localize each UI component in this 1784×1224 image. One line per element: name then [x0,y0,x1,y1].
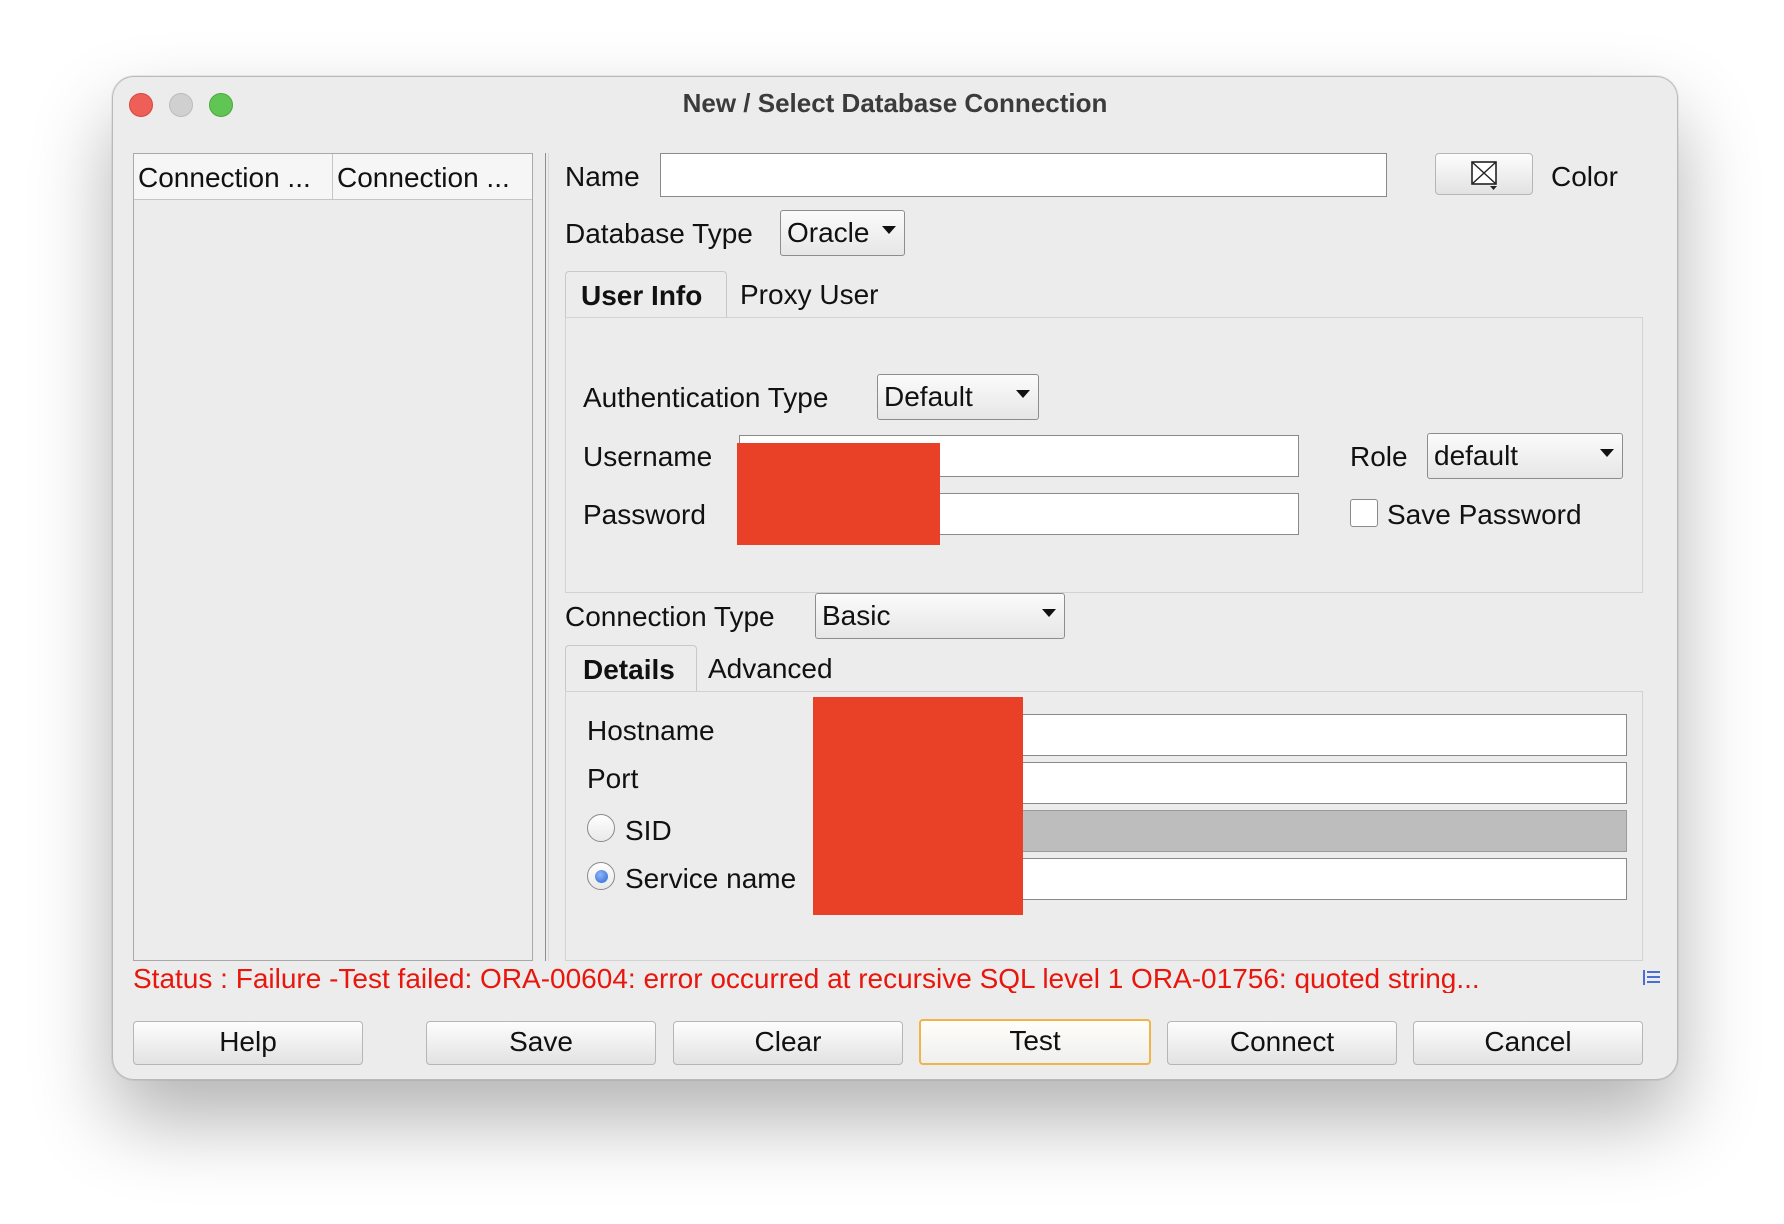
connection-dialog: New / Select Database Connection Connect… [112,76,1678,1080]
close-window-button[interactable] [129,93,153,117]
clear-button[interactable]: Clear [673,1021,903,1065]
list-lines-icon[interactable] [1641,967,1663,989]
tab-proxy-user[interactable]: Proxy User [740,281,878,309]
tab-details-label: Details [583,654,675,685]
connect-button[interactable]: Connect [1167,1021,1397,1065]
name-label: Name [565,161,640,192]
column-divider[interactable] [332,154,333,200]
table-header: Connection ... Connection ... [134,154,532,200]
chevron-down-icon [882,226,896,234]
authentication-type-value: Default [884,381,973,412]
window-title: New / Select Database Connection [682,88,1108,118]
sid-radio[interactable] [587,814,615,842]
redaction-block [813,697,1023,915]
redaction-block [737,443,940,545]
username-label: Username [583,441,713,472]
tab-advanced[interactable]: Advanced [708,655,833,683]
test-button[interactable]: Test [919,1019,1151,1065]
minimize-window-button[interactable] [169,93,193,117]
connection-type-value: Basic [822,600,891,631]
color-swatch-icon [1471,161,1497,190]
chevron-down-icon [1600,449,1614,457]
splitter[interactable] [545,153,549,961]
connection-type-label: Connection Type [565,601,775,632]
chevron-down-icon [1042,609,1056,617]
tab-user-info[interactable]: User Info [565,271,727,317]
password-label: Password [583,499,706,530]
database-type-label: Database Type [565,218,753,249]
status-message: Status : Failure -Test failed: ORA-00604… [133,965,1480,993]
database-type-select[interactable]: Oracle [780,210,905,256]
connections-table[interactable]: Connection ... Connection ... [133,153,533,961]
tab-user-info-label: User Info [581,280,703,311]
tab-details[interactable]: Details [565,645,697,691]
sid-label[interactable]: SID [625,817,672,845]
column-header-connection-name[interactable]: Connection ... [138,164,328,192]
chevron-down-icon [1016,390,1030,398]
help-button[interactable]: Help [133,1021,363,1065]
save-button[interactable]: Save [426,1021,656,1065]
role-label: Role [1350,441,1408,472]
role-value: default [1434,440,1519,471]
hostname-label: Hostname [587,715,715,746]
role-select[interactable]: default [1427,433,1623,479]
connection-type-select[interactable]: Basic [815,593,1065,639]
color-label: Color [1551,161,1618,192]
authentication-type-label: Authentication Type [583,382,829,413]
name-input[interactable] [660,153,1387,197]
cancel-button[interactable]: Cancel [1413,1021,1643,1065]
column-header-connection-details[interactable]: Connection ... [337,164,527,192]
title-bar: New / Select Database Connection [113,77,1677,129]
color-picker-button[interactable] [1435,153,1533,195]
port-label: Port [587,763,639,794]
service-name-label[interactable]: Service name [625,865,796,893]
maximize-window-button[interactable] [209,93,233,117]
save-password-label[interactable]: Save Password [1387,501,1582,529]
service-name-radio[interactable] [587,862,615,890]
database-type-value: Oracle [787,217,870,248]
save-password-checkbox[interactable] [1350,499,1378,527]
authentication-type-select[interactable]: Default [877,374,1039,420]
